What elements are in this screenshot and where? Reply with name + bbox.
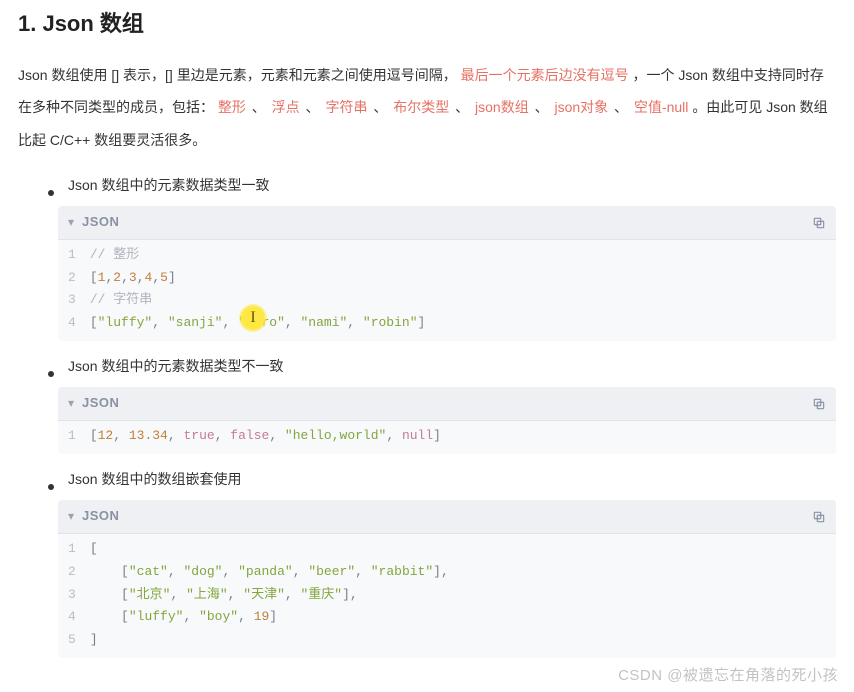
chevron-down-icon: ▾ [68,507,74,526]
type-null: 空值-null [634,99,688,115]
bullet-icon [48,484,54,490]
type-bool: 布尔类型 [393,99,449,115]
page-heading: 1. Json 数组 [18,6,836,41]
section-3: Json 数组中的数组嵌套使用 ▾ JSON 12345 [ ["cat", "… [18,468,836,658]
copy-icon[interactable] [812,216,826,230]
bullet-icon [48,190,54,196]
code-block-2: ▾ JSON 1 [12, 13.34, true, false, "hello… [58,387,836,454]
chevron-down-icon: ▾ [68,394,74,413]
code-content[interactable]: 12345 [ ["cat", "dog", "panda", "beer", … [58,534,836,658]
type-array: json数组 [475,99,529,115]
code-header[interactable]: ▾ JSON [58,500,836,534]
code-lang-label: JSON [82,393,119,414]
section-2-title: Json 数组中的元素数据类型不一致 [68,355,283,377]
type-int: 整形 [218,99,246,115]
type-float: 浮点 [272,99,300,115]
code-block-3: ▾ JSON 12345 [ ["cat", "dog", "panda", "… [58,500,836,658]
intro-highlight-last: 最后一个元素后边没有逗号 [461,67,629,83]
bullet-icon [48,371,54,377]
line-gutter: 12345 [58,538,90,652]
intro-paragraph: Json 数组使用 [] 表示，[] 里边是元素，元素和元素之间使用逗号间隔， … [18,59,836,156]
type-object: json对象 [554,99,608,115]
watermark: CSDN @被遗忘在角落的死小孩 [618,664,838,688]
section-2: Json 数组中的元素数据类型不一致 ▾ JSON 1 [12, 13.34, … [18,355,836,454]
code-lang-label: JSON [82,212,119,233]
code-content[interactable]: 1 [12, 13.34, true, false, "hello,world"… [58,421,836,454]
code-lang-label: JSON [82,506,119,527]
code-header[interactable]: ▾ JSON [58,387,836,421]
code-block-1: ▾ JSON 1234 // 整形 [1,2,3,4,5] // 字符串 ["l… [58,206,836,341]
section-1-title: Json 数组中的元素数据类型一致 [68,174,269,196]
code-header[interactable]: ▾ JSON [58,206,836,240]
code-content[interactable]: 1234 // 整形 [1,2,3,4,5] // 字符串 ["luffy", … [58,240,836,341]
type-string: 字符串 [325,99,367,115]
line-gutter: 1 [58,425,90,448]
line-gutter: 1234 [58,244,90,335]
copy-icon[interactable] [812,397,826,411]
intro-text-1: Json 数组使用 [] 表示，[] 里边是元素，元素和元素之间使用逗号间隔， [18,67,457,83]
section-1: Json 数组中的元素数据类型一致 ▾ JSON 1234 // 整形 [1,2… [18,174,836,341]
section-3-title: Json 数组中的数组嵌套使用 [68,468,241,490]
copy-icon[interactable] [812,510,826,524]
chevron-down-icon: ▾ [68,213,74,232]
